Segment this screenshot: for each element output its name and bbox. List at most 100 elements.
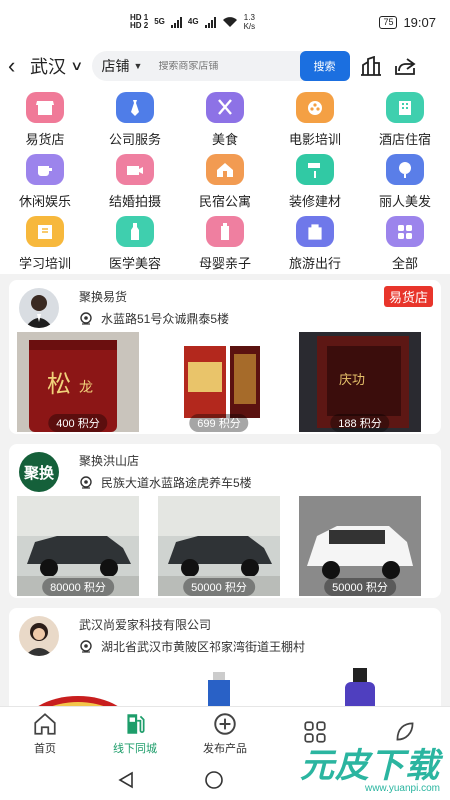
product-points: 80000 积分 — [42, 578, 114, 596]
baby-bottle-icon — [206, 216, 244, 247]
chevron-down-icon[interactable]: ∨ — [70, 58, 83, 74]
shop-name[interactable]: 武汉尚爱家科技有限公司 — [79, 616, 211, 633]
search-button[interactable]: 搜索 — [299, 51, 350, 81]
category-label: 酒店住宿 — [378, 132, 431, 147]
speed-value: 1.3 — [243, 13, 255, 22]
category-label: 易货店 — [25, 132, 65, 147]
product-thumbnail[interactable] — [17, 660, 139, 706]
mirror-icon — [386, 154, 424, 185]
store-stats-icon[interactable] — [358, 53, 384, 79]
nav-tab[interactable]: 发布产品 — [180, 707, 270, 760]
product-points: 699 积分 — [189, 414, 249, 432]
shop-card[interactable]: 武汉尚爱家科技有限公司湖北省武汉市黄陂区祁家湾街道王棚村 — [9, 608, 441, 706]
product-points: 400 积分 — [48, 414, 108, 432]
category-label: 美食 — [211, 132, 238, 147]
shop-address: 水蓝路51号众诚鼎泰5楼 — [79, 310, 229, 327]
hotel-icon — [386, 92, 424, 123]
plus-circle-icon — [214, 713, 236, 735]
shop-card[interactable]: 聚换易货 水蓝路51号众诚鼎泰5楼 易货店松龙 400 积分 699 积分 庆功 188 积… — [9, 280, 441, 434]
product-points: 50000 积分 — [183, 578, 255, 596]
category-item[interactable]: 母婴亲子 — [180, 216, 270, 272]
watermark-title: 元皮下载 — [300, 747, 440, 785]
house-icon — [206, 154, 244, 185]
category-label: 结婚拍摄 — [108, 194, 161, 209]
category-item[interactable]: 美食 — [180, 92, 270, 148]
network2-label: 4G — [187, 17, 199, 26]
search-scope-dropdown[interactable]: 店铺 — [102, 56, 130, 76]
product-image — [158, 660, 280, 706]
category-item[interactable]: 民宿公寓 — [180, 154, 270, 210]
product-image — [299, 660, 421, 706]
grid-icon — [386, 216, 424, 247]
product-strip: 80000 积分 50000 积分 50000 积分 — [17, 496, 421, 596]
share-icon[interactable] — [392, 53, 418, 79]
category-item[interactable]: 休闲娱乐 — [0, 154, 90, 210]
wifi-icon — [222, 17, 237, 27]
category-item[interactable]: 酒店住宿 — [360, 92, 450, 148]
coffee-icon — [26, 154, 64, 185]
bottle-icon — [116, 216, 154, 247]
back-triangle-icon[interactable] — [118, 771, 134, 789]
product-thumbnail[interactable]: 50000 积分 — [299, 496, 421, 596]
product-thumbnail[interactable] — [299, 660, 421, 706]
back-icon[interactable]: ‹ — [8, 53, 24, 79]
product-thumbnail[interactable]: 松龙 400 积分 — [17, 332, 139, 432]
product-thumbnail[interactable]: 50000 积分 — [158, 496, 280, 596]
shop-name[interactable]: 聚换易货 — [79, 288, 127, 305]
luggage-icon — [296, 216, 334, 247]
product-thumbnail[interactable]: 庆功 188 积分 — [299, 332, 421, 432]
category-label: 旅游出行 — [288, 256, 341, 271]
shop-address: 民族大道水蓝路途虎养车5楼 — [79, 474, 252, 491]
category-label: 民宿公寓 — [198, 194, 251, 209]
category-item[interactable]: 装修建材 — [270, 154, 360, 210]
category-label: 学习培训 — [18, 256, 71, 271]
product-strip — [17, 660, 421, 706]
shop-address-text: 民族大道水蓝路途虎养车5楼 — [101, 476, 252, 490]
hd2-label: HD 2 — [130, 21, 149, 30]
caret-down-icon[interactable]: ▼ — [134, 61, 143, 71]
product-thumbnail[interactable] — [158, 660, 280, 706]
category-item[interactable]: 丽人美发 — [360, 154, 450, 210]
category-item[interactable]: 结婚拍摄 — [90, 154, 180, 210]
search-bar: 店铺 ▼ 搜索 — [91, 51, 350, 81]
shop-feed: 聚换易货 水蓝路51号众诚鼎泰5楼 易货店松龙 400 积分 699 积分 庆功 188 积… — [0, 274, 450, 706]
product-points: 50000 积分 — [324, 578, 396, 596]
category-item[interactable]: 医学美容 — [90, 216, 180, 272]
shop-card[interactable]: 聚换 聚换洪山店民族大道水蓝路途虎养车5楼 80000 积分 50000 积分 5000… — [9, 444, 441, 598]
shop-name[interactable]: 聚换洪山店 — [79, 452, 139, 469]
svg-text:松: 松 — [47, 370, 71, 398]
avatar-logo-text: 聚换 — [23, 464, 54, 482]
shop-avatar — [19, 288, 59, 328]
product-thumbnail[interactable]: 80000 积分 — [17, 496, 139, 596]
product-points: 188 积分 — [330, 414, 390, 432]
category-item[interactable]: 旅游出行 — [270, 216, 360, 272]
clock: 19:07 — [403, 14, 436, 30]
category-item[interactable]: 学习培训 — [0, 216, 90, 272]
category-label: 丽人美发 — [378, 194, 431, 209]
book-icon — [26, 216, 64, 247]
signal1-icon — [170, 16, 182, 28]
category-label: 母婴亲子 — [198, 256, 251, 271]
category-item[interactable]: 公司服务 — [90, 92, 180, 148]
camera-icon — [116, 154, 154, 185]
gas-station-icon — [127, 714, 145, 734]
category-item[interactable]: 全部 — [360, 216, 450, 272]
nav-tab[interactable]: 线下同城 — [90, 707, 180, 760]
home-circle-icon[interactable] — [204, 770, 224, 790]
product-image — [17, 660, 139, 706]
nav-tab-label: 线下同城 — [113, 743, 157, 755]
shop-address: 湖北省武汉市黄陂区祁家湾街道王棚村 — [79, 638, 305, 655]
city-selector[interactable]: 武汉 — [30, 53, 66, 79]
location-pin-icon — [80, 311, 92, 325]
category-label: 医学美容 — [108, 256, 161, 271]
category-label: 全部 — [391, 256, 418, 271]
product-thumbnail[interactable]: 699 积分 — [158, 332, 280, 432]
nav-tab-label: 首页 — [34, 743, 56, 755]
nav-tab[interactable]: 首页 — [0, 707, 90, 760]
svg-text:龙: 龙 — [79, 380, 93, 396]
signal-group: HD 1 HD 2 5G 4G 1.3 K/s — [130, 13, 379, 31]
category-item[interactable]: 易货店 — [0, 92, 90, 148]
nav-tab-label: 发布产品 — [203, 743, 247, 755]
category-item[interactable]: 电影培训 — [270, 92, 360, 148]
search-input[interactable] — [158, 60, 289, 72]
